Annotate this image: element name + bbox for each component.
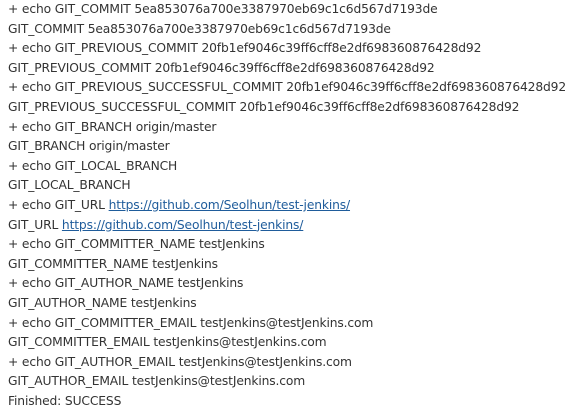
console-line: GIT_AUTHOR_EMAIL testJenkins@testJenkins… <box>8 374 306 389</box>
console-line: GIT_COMMITTER_EMAIL testJenkins@testJenk… <box>8 335 327 350</box>
console-line: GIT_COMMIT 5ea853076a700e3387970eb69c1c6… <box>8 21 391 36</box>
build-status-line: Finished: SUCCESS <box>8 393 122 408</box>
console-line: GIT_LOCAL_BRANCH <box>8 178 131 193</box>
console-line: + echo GIT_COMMITTER_EMAIL testJenkins@t… <box>8 315 374 330</box>
console-line: GIT_BRANCH origin/master <box>8 139 170 154</box>
console-line: + echo GIT_PREVIOUS_SUCCESSFUL_COMMIT 20… <box>8 80 567 95</box>
console-line-git-url-echo: + echo GIT_URL https://github.com/Seolhu… <box>8 196 571 216</box>
console-line: + echo GIT_AUTHOR_NAME testJenkins <box>8 276 244 291</box>
console-line: + echo GIT_COMMITTER_NAME testJenkins <box>8 237 265 252</box>
console-line: + echo GIT_PREVIOUS_COMMIT 20fb1ef9046c3… <box>8 41 482 56</box>
console-line: + echo GIT_COMMIT 5ea853076a700e3387970e… <box>8 2 438 16</box>
git-url-link[interactable]: https://github.com/Seolhun/test-jenkins/ <box>62 218 304 232</box>
console-line: GIT_AUTHOR_NAME testJenkins <box>8 295 197 310</box>
console-line-git-url: GIT_URL https://github.com/Seolhun/test-… <box>8 216 571 236</box>
console-line: GIT_COMMITTER_NAME testJenkins <box>8 256 218 271</box>
console-line: GIT_PREVIOUS_SUCCESSFUL_COMMIT 20fb1ef90… <box>8 99 520 114</box>
console-line-prefix: + echo GIT_URL <box>8 197 109 212</box>
console-output: + echo GIT_COMMIT 5ea853076a700e3387970e… <box>0 0 571 419</box>
console-line-prefix: GIT_URL <box>8 217 62 232</box>
git-url-link[interactable]: https://github.com/Seolhun/test-jenkins/ <box>109 198 351 212</box>
console-line: + echo GIT_BRANCH origin/master <box>8 119 217 134</box>
console-line: + echo GIT_LOCAL_BRANCH <box>8 158 178 173</box>
console-line: GIT_PREVIOUS_COMMIT 20fb1ef9046c39ff6cff… <box>8 60 435 75</box>
console-line: + echo GIT_AUTHOR_EMAIL testJenkins@test… <box>8 354 352 369</box>
